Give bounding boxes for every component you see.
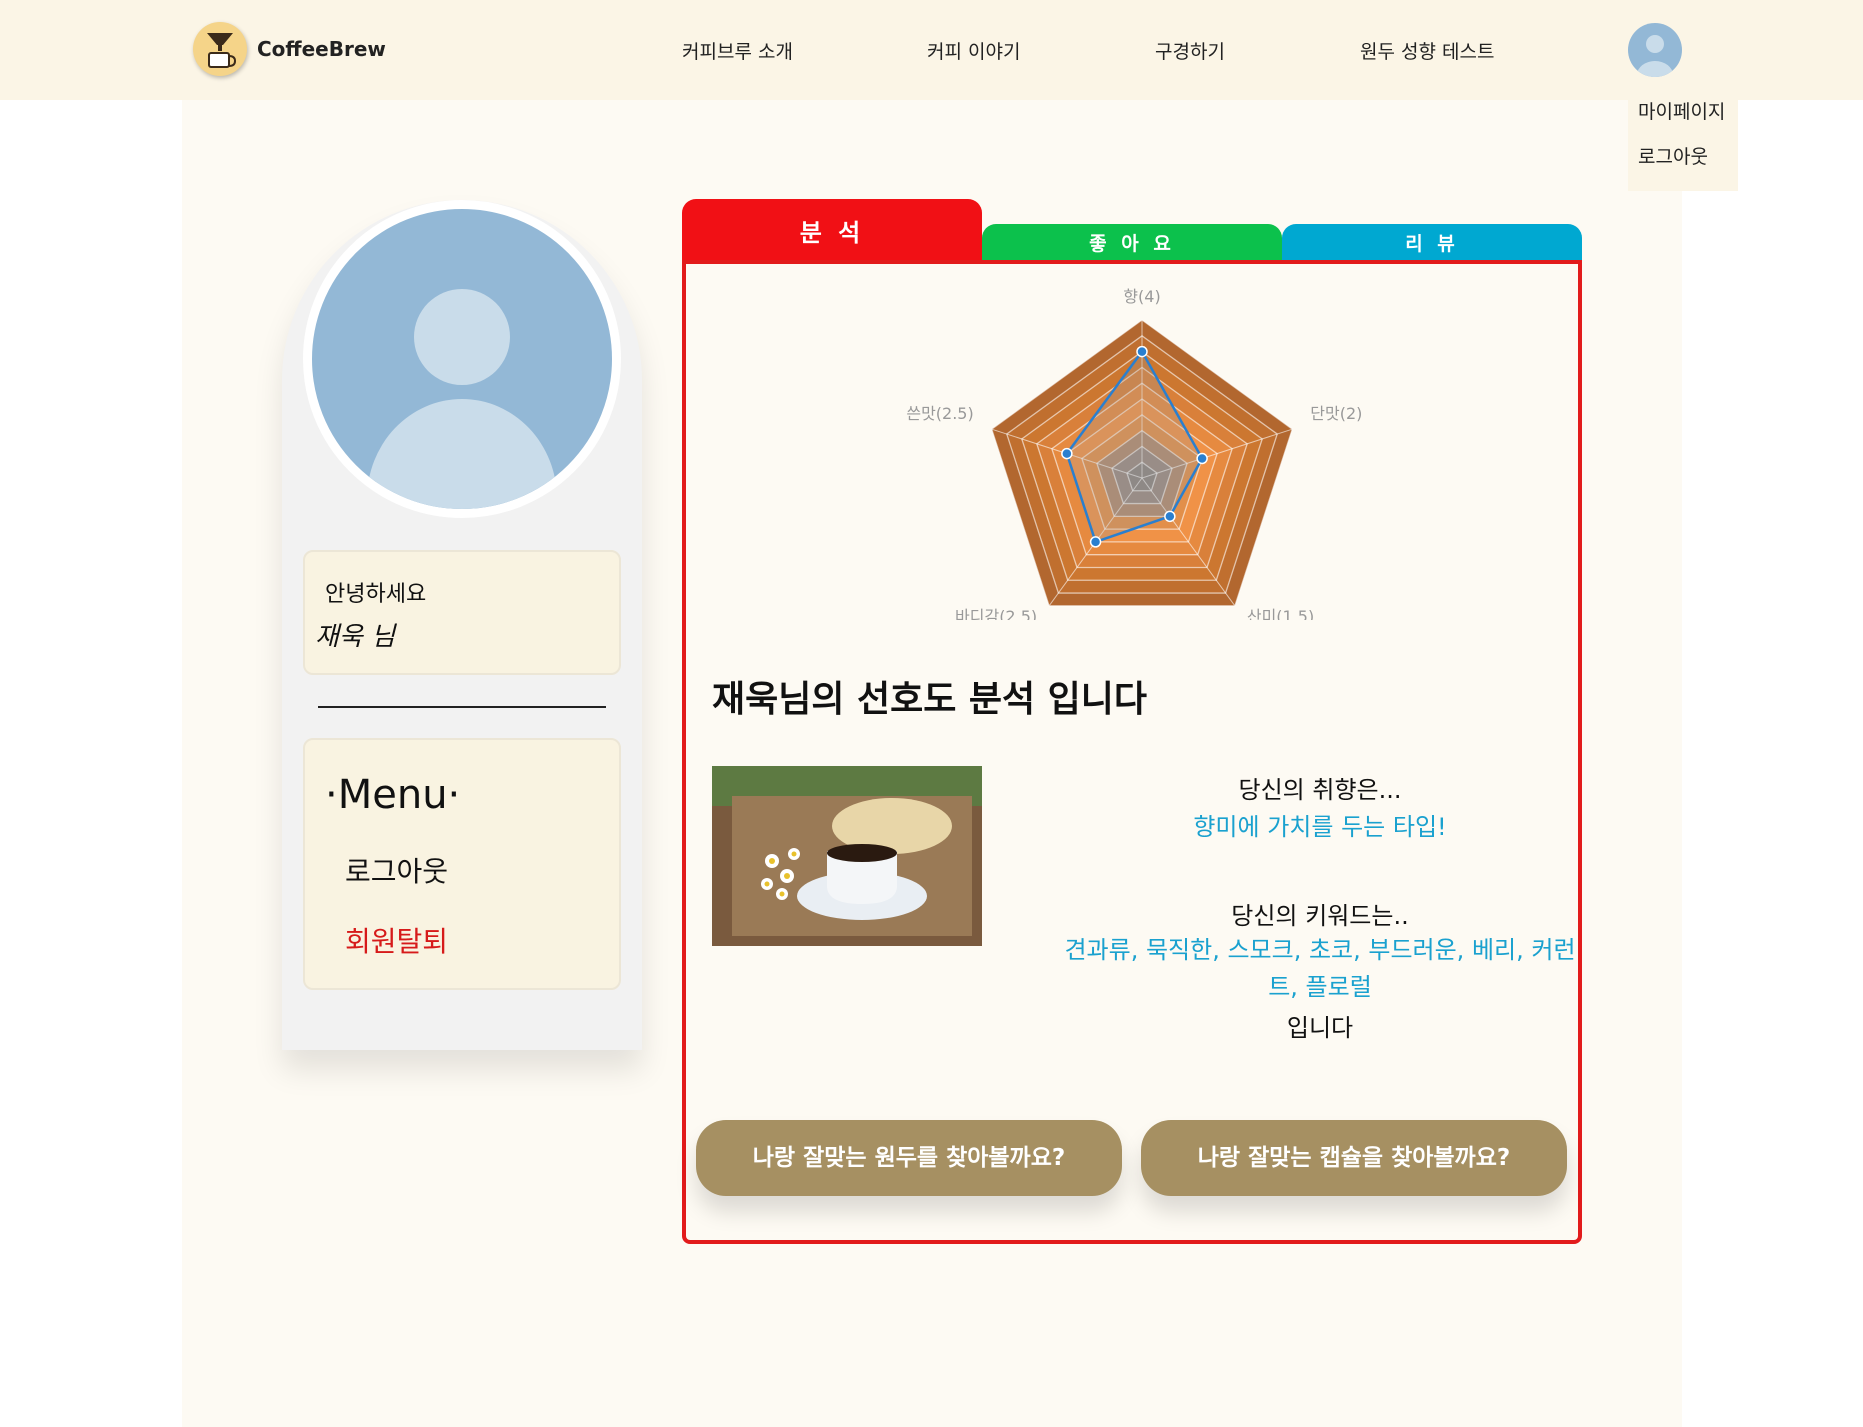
radar-axis-label: 산미(1.5)	[1247, 607, 1314, 620]
radar-axis-label: 바디감(2.5)	[955, 607, 1037, 620]
find-bean-button[interactable]: 나랑 잘맞는 원두를 찾아볼까요?	[696, 1120, 1122, 1196]
keyword-end-text: 입니다	[1286, 1014, 1354, 1042]
tab-likes[interactable]: 좋 아 요	[982, 224, 1282, 263]
taste-intro-text: 당신의 취향은...	[1238, 776, 1402, 804]
greeting-text: 안녕하세요	[325, 582, 427, 607]
menu-title: ·Menu·	[325, 772, 461, 818]
radar-data-point	[1061, 447, 1073, 460]
tab-analysis[interactable]: 분 석	[682, 199, 982, 263]
coffee-photo	[712, 766, 982, 946]
radar-axis-label: 단맛(2)	[1310, 404, 1362, 423]
radar-data-point	[1164, 510, 1176, 523]
find-capsule-button[interactable]: 나랑 잘맞는 캡슐을 찾아볼까요?	[1141, 1120, 1567, 1196]
user-avatar-button[interactable]	[1628, 23, 1682, 77]
tab-review[interactable]: 리 뷰	[1282, 224, 1582, 263]
dropdown-mypage[interactable]: 마이페이지	[1628, 100, 1738, 145]
menu-logout-link[interactable]: 로그아웃	[345, 850, 448, 890]
radar-axis-label: 쓴맛(2.5)	[906, 404, 973, 423]
nav-bean-test[interactable]: 원두 성향 테스트	[1360, 37, 1494, 64]
coffee-logo-icon	[193, 22, 247, 76]
top-header: CoffeeBrew 커피브루 소개 커피 이야기 구경하기 원두 성향 테스트	[0, 0, 1863, 100]
user-dropdown-menu: 마이페이지 로그아웃	[1628, 100, 1738, 191]
brand[interactable]: CoffeeBrew	[193, 22, 386, 76]
keyword-list: 견과류, 묵직한, 스모크, 초코, 부드러운, 베리, 커런트, 플로럴	[1064, 936, 1576, 1001]
taste-radar-chart: 향(4) 단맛(2) 산미(1.5) 바디감(2.5) 쓴맛(2.5)	[906, 287, 1362, 620]
taste-type-text: 향미에 가치를 두는 타입!	[1193, 813, 1447, 841]
user-name: 재욱 님	[315, 622, 396, 652]
brand-name: CoffeeBrew	[257, 37, 386, 61]
nav-intro[interactable]: 커피브루 소개	[682, 37, 793, 64]
radar-data-point	[1089, 536, 1102, 548]
nav-coffee-story[interactable]: 커피 이야기	[927, 37, 1020, 64]
menu-withdraw-link[interactable]: 회원탈퇴	[345, 920, 448, 960]
radar-data-point	[1196, 452, 1208, 465]
radar-axis-label: 향(4)	[1123, 287, 1160, 306]
nav-browse[interactable]: 구경하기	[1155, 37, 1225, 64]
sidebar-menu: ·Menu· 로그아웃 회원탈퇴	[303, 738, 621, 990]
radar-data-point	[1136, 345, 1148, 358]
keyword-intro-text: 당신의 키워드는..	[1231, 902, 1409, 930]
analysis-title: 재욱님의 선호도 분석 입니다	[712, 679, 1148, 720]
profile-avatar	[303, 200, 621, 518]
greeting-card: 안녕하세요 재욱 님	[303, 550, 621, 675]
sidebar-divider	[318, 706, 606, 708]
dropdown-logout[interactable]: 로그아웃	[1628, 145, 1738, 190]
